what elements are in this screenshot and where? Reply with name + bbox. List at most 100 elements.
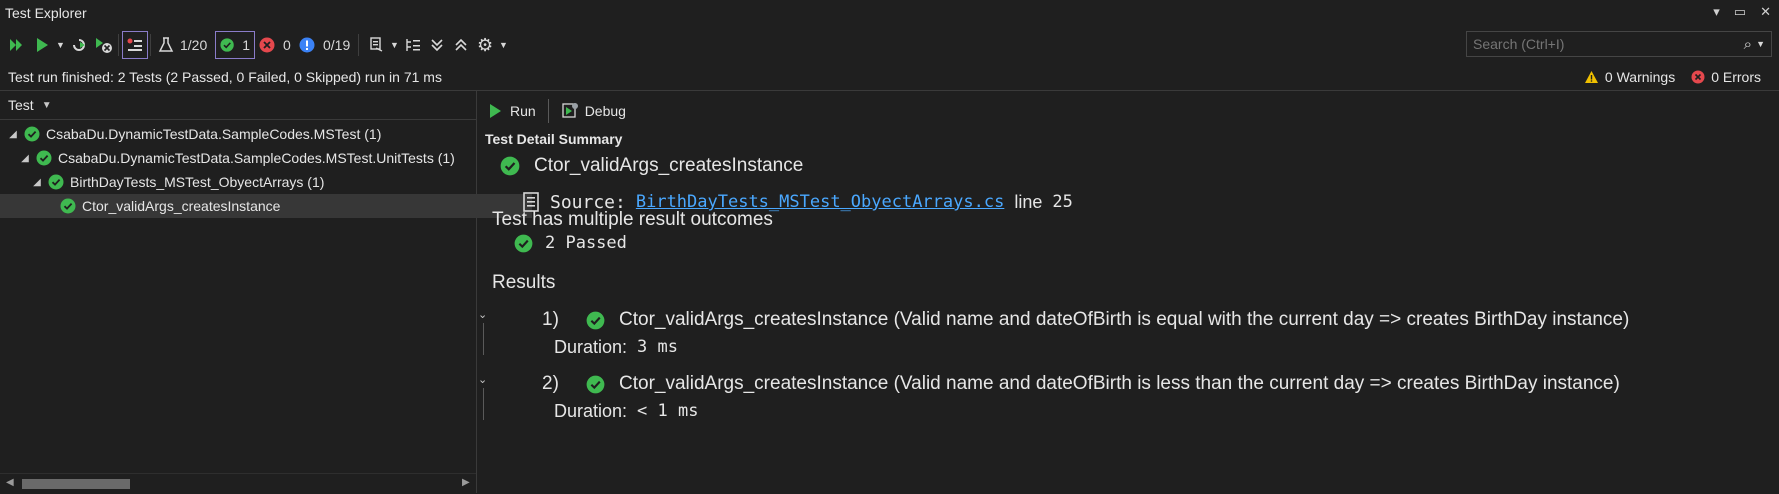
total-tests-count: 1/20 xyxy=(180,37,208,53)
passed-count: 1 xyxy=(242,37,250,53)
tree-item-class[interactable]: ◢ BirthDayTests_MSTest_ObyectArrays (1) xyxy=(0,170,506,194)
not-run-filter-button[interactable]: 0/19 xyxy=(299,26,350,64)
repeat-last-run-button[interactable] xyxy=(70,26,90,64)
scrollbar-thumb[interactable] xyxy=(22,479,130,489)
window-dropdown-icon[interactable]: ▾ xyxy=(1713,4,1720,20)
test-detail-pane: Run Debug Test Detail Summary Ctor_valid… xyxy=(478,91,1779,493)
run-summary-message: Test run finished: 2 Tests (2 Passed, 0 … xyxy=(8,69,442,85)
not-run-count: 0/19 xyxy=(323,37,351,53)
expanded-arrow-icon[interactable]: ◢ xyxy=(18,153,32,164)
error-icon xyxy=(1691,70,1705,84)
outcomes-title: Test has multiple result outcomes xyxy=(492,209,773,230)
search-options-dropdown-icon[interactable]: ▼ xyxy=(1754,39,1771,49)
errors-indicator[interactable]: 0 Errors xyxy=(1691,69,1761,85)
gear-icon: ⚙ xyxy=(477,34,494,55)
search-box: ⌕ ▼ xyxy=(1466,31,1772,57)
result-2-duration-label: Duration: xyxy=(554,401,628,421)
failed-icon xyxy=(259,37,275,53)
result-1-collapse-icon[interactable]: ⌄ xyxy=(478,308,487,321)
settings-dropdown-icon[interactable]: ▼ xyxy=(499,26,508,64)
expanded-arrow-icon[interactable]: ◢ xyxy=(30,177,44,188)
detail-section-title: Test Detail Summary xyxy=(485,131,623,147)
tree-item-project[interactable]: ◢ CsabaDu.DynamicTestData.SampleCodes.MS… xyxy=(0,122,482,146)
collapse-all-icon xyxy=(455,38,467,51)
playlist-button[interactable] xyxy=(368,26,386,64)
passed-icon xyxy=(514,234,533,252)
maximize-icon[interactable]: ▭ xyxy=(1734,4,1746,20)
test-group-filter[interactable]: 1/20 xyxy=(158,26,207,64)
tree-item-label: CsabaDu.DynamicTestData.SampleCodes.MSTe… xyxy=(46,126,382,142)
expand-all-button[interactable] xyxy=(428,26,446,64)
tree-item-label: CsabaDu.DynamicTestData.SampleCodes.MSTe… xyxy=(58,150,455,166)
tree-horizontal-scrollbar[interactable]: ◀ ▶ xyxy=(0,473,476,494)
search-icon[interactable]: ⌕ xyxy=(1742,36,1754,53)
test-tree: Test ▼ ◢ CsabaDu.DynamicTestData.SampleC… xyxy=(0,91,532,493)
run-dropdown-icon[interactable]: ▼ xyxy=(56,26,65,64)
line-label: line xyxy=(1014,191,1043,212)
settings-button[interactable]: ⚙ xyxy=(477,26,493,64)
passed-icon xyxy=(36,150,52,166)
failed-filter-button[interactable]: 0 xyxy=(259,26,291,64)
tree-column-header[interactable]: Test ▼ xyxy=(0,91,476,120)
tree-column-header-label: Test xyxy=(8,97,34,113)
show-output-button[interactable] xyxy=(122,31,148,59)
result-1-duration-label: Duration: xyxy=(554,337,628,357)
group-by-button[interactable] xyxy=(404,26,422,64)
close-icon[interactable]: ✕ xyxy=(1760,4,1771,20)
tree-item-label: Ctor_validArgs_createsInstance xyxy=(82,198,281,214)
run-button[interactable] xyxy=(34,26,50,64)
passed-filter-button[interactable]: 1 xyxy=(215,31,255,59)
run-cancel-icon xyxy=(96,38,112,53)
window-title: Test Explorer xyxy=(5,5,87,21)
expanded-arrow-icon[interactable]: ◢ xyxy=(6,129,20,140)
run-all-button[interactable] xyxy=(8,26,26,64)
passed-icon xyxy=(24,126,40,142)
cancel-run-button[interactable] xyxy=(94,26,114,64)
result-2-title: Ctor_validArgs_createsInstance (Valid na… xyxy=(619,373,1620,394)
detail-debug-label: Debug xyxy=(584,103,626,119)
detail-run-button[interactable]: Run xyxy=(488,103,536,119)
tree-item-test-method[interactable]: Ctor_validArgs_createsInstance xyxy=(0,194,532,218)
results-title: Results xyxy=(492,272,556,293)
tree-item-namespace[interactable]: ◢ CsabaDu.DynamicTestData.SampleCodes.MS… xyxy=(0,146,494,170)
passed-icon xyxy=(586,375,605,393)
result-2-duration: Duration: < 1 ms xyxy=(554,401,698,422)
passed-icon xyxy=(220,38,234,52)
result-1-title: Ctor_validArgs_createsInstance (Valid na… xyxy=(619,309,1630,330)
scroll-right-icon[interactable]: ▶ xyxy=(462,477,470,488)
status-bar: Test run finished: 2 Tests (2 Passed, 0 … xyxy=(0,64,1779,91)
passed-summary: 2 Passed xyxy=(514,233,627,253)
detail-debug-button[interactable]: Debug xyxy=(561,102,626,120)
repeat-run-icon xyxy=(73,39,85,51)
run-icon xyxy=(490,104,501,118)
warnings-indicator[interactable]: 0 Warnings xyxy=(1584,69,1675,85)
playlist-dropdown-icon[interactable]: ▼ xyxy=(390,26,399,64)
passed-summary-text: 2 Passed xyxy=(545,233,627,253)
search-input[interactable] xyxy=(1467,35,1742,53)
passed-icon xyxy=(48,174,64,190)
flask-icon xyxy=(158,37,174,52)
test-list-icon xyxy=(127,38,142,51)
result-2-heading: 2) Ctor_validArgs_createsInstance (Valid… xyxy=(542,373,1620,395)
passed-icon xyxy=(60,198,76,214)
detail-test-name: Ctor_validArgs_createsInstance xyxy=(534,155,804,176)
result-2-collapse-icon[interactable]: ⌄ xyxy=(478,373,487,386)
title-bar: Test Explorer ▾ ▭ ✕ xyxy=(0,0,1779,26)
result-1-heading: 1) Ctor_validArgs_createsInstance (Valid… xyxy=(542,309,1629,331)
chevron-down-icon[interactable]: ▼ xyxy=(42,100,52,111)
warning-icon xyxy=(1584,71,1598,83)
result-1-index: 1) xyxy=(542,309,559,330)
scroll-left-icon[interactable]: ◀ xyxy=(6,477,14,488)
detail-run-label: Run xyxy=(510,103,536,119)
warnings-count: 0 Warnings xyxy=(1604,69,1676,85)
result-2-index: 2) xyxy=(542,373,559,394)
tree-item-label: BirthDayTests_MSTest_ObyectArrays (1) xyxy=(70,174,325,190)
hierarchy-icon xyxy=(406,39,420,51)
run-icon xyxy=(37,38,48,52)
debug-icon xyxy=(562,103,578,118)
expand-all-icon xyxy=(431,39,443,52)
collapse-all-button[interactable] xyxy=(452,26,470,64)
result-1-duration: Duration: 3 ms xyxy=(554,337,678,358)
passed-icon xyxy=(500,156,520,176)
result-2-duration-value: < 1 ms xyxy=(637,401,699,421)
